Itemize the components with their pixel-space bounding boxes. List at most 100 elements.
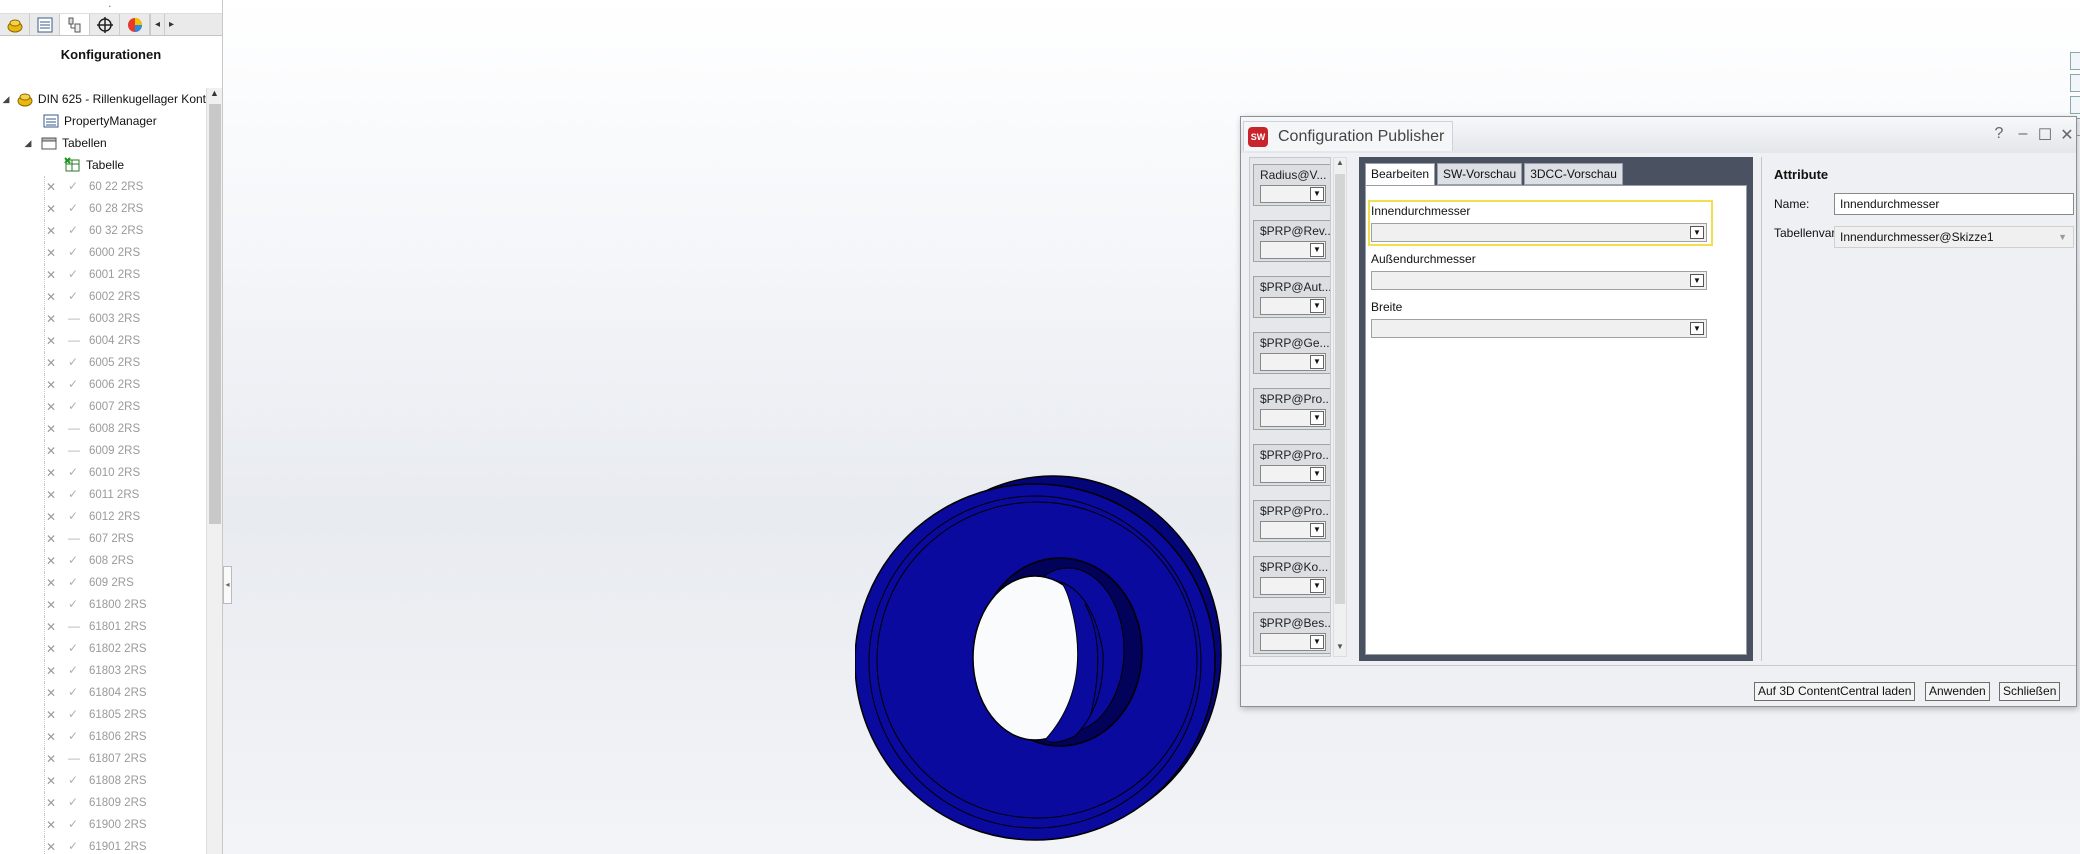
collapse-arrow-icon[interactable]: ◢ bbox=[2, 94, 10, 105]
panel-grip[interactable]: ⠂ bbox=[0, 0, 222, 14]
configuration-item[interactable]: ✕ — 61807 2RS bbox=[0, 748, 206, 770]
chevron-down-icon[interactable]: ▼ bbox=[1310, 299, 1324, 313]
display-manager-tab[interactable] bbox=[120, 14, 150, 35]
configuration-item[interactable]: ✕ ✓ 608 2RS bbox=[0, 550, 206, 572]
configuration-item[interactable]: ✕ ✓ 61900 2RS bbox=[0, 814, 206, 836]
dialog-titlebar[interactable]: SW Configuration Publisher ? – ☐ ✕ bbox=[1241, 117, 2076, 153]
maximize-icon[interactable]: ☐ bbox=[2035, 125, 2055, 145]
chevron-down-icon[interactable]: ▼ bbox=[1690, 226, 1704, 239]
parameter-box[interactable]: $PRP@Ge... ▼ bbox=[1253, 332, 1330, 374]
parameter-box[interactable]: $PRP@Pro... ▼ bbox=[1253, 444, 1330, 486]
parameter-select[interactable]: ▼ bbox=[1260, 353, 1326, 371]
configuration-manager-tab[interactable] bbox=[60, 14, 90, 35]
configuration-item[interactable]: ✕ ✓ 61802 2RS bbox=[0, 638, 206, 660]
configuration-item[interactable]: ✕ ✓ 6007 2RS bbox=[0, 396, 206, 418]
scroll-up-icon[interactable]: ▲ bbox=[207, 88, 222, 102]
parameter-box[interactable]: $PRP@Bes... ▼ bbox=[1253, 612, 1330, 654]
configuration-item[interactable]: ✕ ✓ 60 28 2RS bbox=[0, 198, 206, 220]
configuration-item[interactable]: ✕ ✓ 61803 2RS bbox=[0, 660, 206, 682]
help-icon[interactable]: ? bbox=[1989, 125, 2009, 143]
configuration-item[interactable]: ✕ ✓ 6006 2RS bbox=[0, 374, 206, 396]
chevron-down-icon[interactable]: ▼ bbox=[1310, 187, 1324, 201]
scroll-up-icon[interactable]: ▲ bbox=[1334, 158, 1346, 172]
property-manager-tab[interactable] bbox=[30, 14, 60, 35]
parameter-box[interactable]: $PRP@Pro... ▼ bbox=[1253, 388, 1330, 430]
configuration-item[interactable]: ✕ ✓ 6012 2RS bbox=[0, 506, 206, 528]
feature-manager-tab[interactable] bbox=[0, 14, 30, 35]
panel-collapse-handle[interactable]: ◂ bbox=[223, 566, 232, 604]
configuration-item[interactable]: ✕ ✓ 61806 2RS bbox=[0, 726, 206, 748]
configuration-item[interactable]: ✕ ✓ 6005 2RS bbox=[0, 352, 206, 374]
name-input[interactable]: Innendurchmesser bbox=[1834, 193, 2074, 215]
configuration-item[interactable]: ✕ — 6004 2RS bbox=[0, 330, 206, 352]
parameter-select[interactable]: ▼ bbox=[1260, 241, 1326, 259]
configuration-item[interactable]: ✕ — 607 2RS bbox=[0, 528, 206, 550]
parameter-box[interactable]: $PRP@Ko... ▼ bbox=[1253, 556, 1330, 598]
tabs-scroll-left-icon[interactable]: ◂ bbox=[150, 14, 164, 35]
configuration-item[interactable]: ✕ ✓ 61808 2RS bbox=[0, 770, 206, 792]
display-style-icon[interactable] bbox=[2070, 96, 2080, 114]
parameter-box[interactable]: $PRP@Pro... ▼ bbox=[1253, 500, 1330, 542]
configuration-item[interactable]: ✕ ✓ 60 22 2RS bbox=[0, 176, 206, 198]
parameter-select[interactable]: ▼ bbox=[1260, 409, 1326, 427]
scroll-thumb[interactable] bbox=[1335, 174, 1345, 604]
configuration-item[interactable]: ✕ ✓ 6002 2RS bbox=[0, 286, 206, 308]
configuration-item[interactable]: ✕ ✓ 6010 2RS bbox=[0, 462, 206, 484]
parameter-select[interactable]: ▼ bbox=[1260, 465, 1326, 483]
configuration-item[interactable]: ✕ ✓ 61805 2RS bbox=[0, 704, 206, 726]
parameter-select[interactable]: ▼ bbox=[1260, 633, 1326, 651]
tree-scrollbar[interactable]: ▲ bbox=[206, 88, 222, 854]
configuration-item[interactable]: ✕ — 6009 2RS bbox=[0, 440, 206, 462]
chevron-down-icon[interactable]: ▼ bbox=[1310, 411, 1324, 425]
tabs-scroll-right-icon[interactable]: ▸ bbox=[164, 14, 178, 35]
parameter-box[interactable]: $PRP@Aut... ▼ bbox=[1253, 276, 1330, 318]
parameter-select[interactable]: ▼ bbox=[1260, 297, 1326, 315]
tab-3dcc-vorschau[interactable]: 3DCC-Vorschau bbox=[1524, 163, 1623, 185]
close-icon[interactable]: ✕ bbox=[2057, 125, 2077, 145]
tree-item-tables[interactable]: ◢ Tabellen bbox=[0, 132, 206, 154]
parameter-select[interactable]: ▼ bbox=[1260, 577, 1326, 595]
aussendurchmesser-combo[interactable]: ▼ bbox=[1371, 271, 1707, 290]
close-button[interactable]: Schließen bbox=[1999, 682, 2061, 701]
view-cube-icon[interactable] bbox=[2070, 74, 2080, 92]
chevron-down-icon[interactable]: ▼ bbox=[1310, 467, 1324, 481]
collapse-arrow-icon[interactable]: ◢ bbox=[22, 138, 34, 149]
table-variable-select[interactable]: Innendurchmesser@Skizze1 ▼ bbox=[1834, 226, 2074, 248]
chevron-down-icon[interactable]: ▼ bbox=[1310, 523, 1324, 537]
tree-item-table[interactable]: Tabelle bbox=[0, 154, 206, 176]
parameter-box[interactable]: Radius@V... ▼ bbox=[1253, 164, 1330, 206]
tab-sw-vorschau[interactable]: SW-Vorschau bbox=[1437, 163, 1523, 185]
parameter-select[interactable]: ▼ bbox=[1260, 521, 1326, 539]
scroll-down-icon[interactable]: ▼ bbox=[1334, 642, 1346, 656]
tab-bearbeiten[interactable]: Bearbeiten bbox=[1365, 163, 1436, 187]
configuration-item[interactable]: ✕ ✓ 6011 2RS bbox=[0, 484, 206, 506]
configuration-item[interactable]: ✕ ✓ 60 32 2RS bbox=[0, 220, 206, 242]
view-orientation-icon[interactable] bbox=[2070, 52, 2080, 70]
chevron-down-icon[interactable]: ▼ bbox=[1690, 274, 1704, 287]
configuration-item[interactable]: ✕ ✓ 61901 2RS bbox=[0, 836, 206, 854]
tree-item-property-manager[interactable]: PropertyManager bbox=[0, 110, 206, 132]
configuration-item[interactable]: ✕ ✓ 609 2RS bbox=[0, 572, 206, 594]
configuration-item[interactable]: ✕ ✓ 61800 2RS bbox=[0, 594, 206, 616]
parameter-list-scrollbar[interactable]: ▲ ▼ bbox=[1333, 157, 1347, 657]
configuration-item[interactable]: ✕ — 6008 2RS bbox=[0, 418, 206, 440]
breite-combo[interactable]: ▼ bbox=[1371, 319, 1707, 338]
configuration-item[interactable]: ✕ ✓ 61809 2RS bbox=[0, 792, 206, 814]
innendurchmesser-combo[interactable]: ▼ bbox=[1371, 223, 1707, 242]
parameter-select[interactable]: ▼ bbox=[1260, 185, 1326, 203]
chevron-down-icon[interactable]: ▼ bbox=[1310, 579, 1324, 593]
configuration-item[interactable]: ✕ — 6003 2RS bbox=[0, 308, 206, 330]
configuration-item[interactable]: ✕ — 61801 2RS bbox=[0, 616, 206, 638]
apply-button[interactable]: Anwenden bbox=[1925, 682, 1990, 701]
configuration-item[interactable]: ✕ ✓ 61804 2RS bbox=[0, 682, 206, 704]
configuration-item[interactable]: ✕ ✓ 6000 2RS bbox=[0, 242, 206, 264]
chevron-down-icon[interactable]: ▼ bbox=[1310, 635, 1324, 649]
tree-root[interactable]: ◢ DIN 625 - Rillenkugellager Kont bbox=[0, 88, 206, 110]
dimxpert-tab[interactable] bbox=[90, 14, 120, 35]
upload-3dcc-button[interactable]: Auf 3D ContentCentral laden bbox=[1754, 682, 1916, 701]
chevron-down-icon[interactable]: ▼ bbox=[1690, 322, 1704, 335]
scroll-thumb[interactable] bbox=[209, 104, 221, 524]
bearing-model[interactable] bbox=[855, 474, 1235, 854]
parameter-box[interactable]: $PRP@Rev... ▼ bbox=[1253, 220, 1330, 262]
minimize-icon[interactable]: – bbox=[2013, 125, 2033, 143]
